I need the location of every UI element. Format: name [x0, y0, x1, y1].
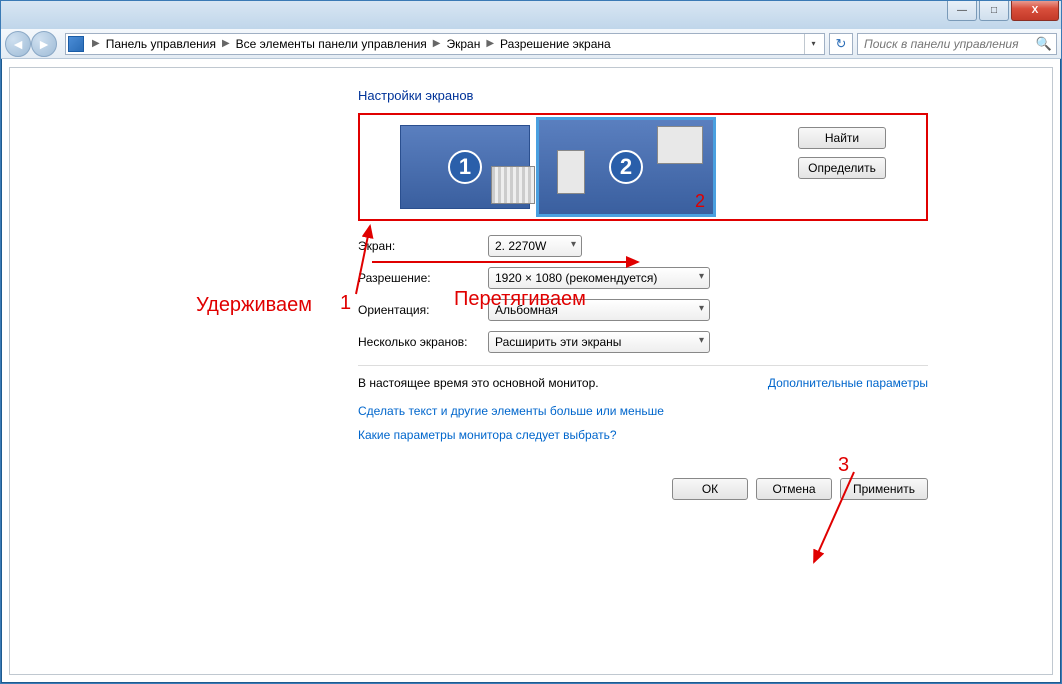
dialog-buttons: ОК Отмена Применить [358, 478, 928, 500]
find-button[interactable]: Найти [798, 127, 886, 149]
divider [358, 365, 928, 366]
monitor-1-number: 1 [448, 150, 482, 184]
detect-button[interactable]: Определить [798, 157, 886, 179]
multiple-displays-dropdown[interactable]: Расширить эти экраны [488, 331, 710, 353]
monitor-1[interactable]: 1 [400, 125, 530, 209]
search-input[interactable] [862, 36, 1036, 52]
display-arrangement-box: 1 2 2 Найти Определить [358, 113, 928, 221]
resolution-label: Разрешение: [358, 271, 488, 285]
titlebar: — □ X [1, 1, 1061, 29]
monitor-2-number: 2 [609, 150, 643, 184]
fields-group: Экран: 2. 2270W Разрешение: 1920 × 1080 … [358, 235, 838, 353]
search-icon: 🔍 [1036, 36, 1052, 52]
nav-arrows: ◄ ► [5, 31, 57, 57]
chevron-icon: ▶ [220, 38, 232, 49]
minimize-button[interactable]: — [947, 1, 977, 21]
window-icon [657, 126, 703, 164]
window-icon [557, 150, 585, 194]
address-bar[interactable]: ▶ Панель управления ▶ Все элементы панел… [65, 33, 825, 55]
monitor-2[interactable]: 2 2 [536, 117, 716, 217]
chevron-icon: ▶ [484, 38, 496, 49]
refresh-button[interactable]: ↻ [829, 33, 853, 55]
breadcrumb[interactable]: Панель управления [102, 37, 220, 51]
close-button[interactable]: X [1011, 1, 1059, 21]
navbar: ◄ ► ▶ Панель управления ▶ Все элементы п… [1, 29, 1061, 59]
resolution-dropdown[interactable]: 1920 × 1080 (рекомендуется) [488, 267, 710, 289]
breadcrumb[interactable]: Разрешение экрана [496, 37, 615, 51]
display-settings-panel: Настройки экранов 1 2 2 Найти Опреде [10, 68, 1052, 500]
apply-button[interactable]: Применить [840, 478, 928, 500]
forward-button[interactable]: ► [31, 31, 57, 57]
breadcrumb[interactable]: Все элементы панели управления [232, 37, 431, 51]
chevron-icon: ▶ [90, 38, 102, 49]
content-area: Настройки экранов 1 2 2 Найти Опреде [9, 67, 1053, 675]
page-title: Настройки экранов [246, 88, 816, 103]
which-settings-link[interactable]: Какие параметры монитора следует выбрать… [358, 428, 816, 442]
maximize-button[interactable]: □ [979, 1, 1009, 21]
control-panel-icon [68, 36, 84, 52]
cancel-button[interactable]: Отмена [756, 478, 832, 500]
back-button[interactable]: ◄ [5, 31, 31, 57]
address-dropdown[interactable]: ▾ [804, 34, 822, 54]
window-controls: — □ X [947, 1, 1059, 21]
chevron-icon: ▶ [431, 38, 443, 49]
explorer-window: — □ X ◄ ► ▶ Панель управления ▶ Все элем… [0, 0, 1062, 684]
orientation-dropdown[interactable]: Альбомная [488, 299, 710, 321]
window-icon [491, 166, 535, 204]
annotation-corner-2: 2 [695, 191, 705, 212]
primary-monitor-status: В настоящее время это основной монитор. [358, 376, 599, 390]
advanced-settings-link[interactable]: Дополнительные параметры [768, 376, 928, 390]
search-box[interactable]: 🔍 [857, 33, 1057, 55]
breadcrumb[interactable]: Экран [442, 37, 484, 51]
ok-button[interactable]: ОК [672, 478, 748, 500]
multiple-displays-label: Несколько экранов: [358, 335, 488, 349]
resize-text-link[interactable]: Сделать текст и другие элементы больше и… [358, 404, 816, 418]
orientation-label: Ориентация: [358, 303, 488, 317]
screen-dropdown[interactable]: 2. 2270W [488, 235, 582, 257]
screen-label: Экран: [358, 239, 488, 253]
